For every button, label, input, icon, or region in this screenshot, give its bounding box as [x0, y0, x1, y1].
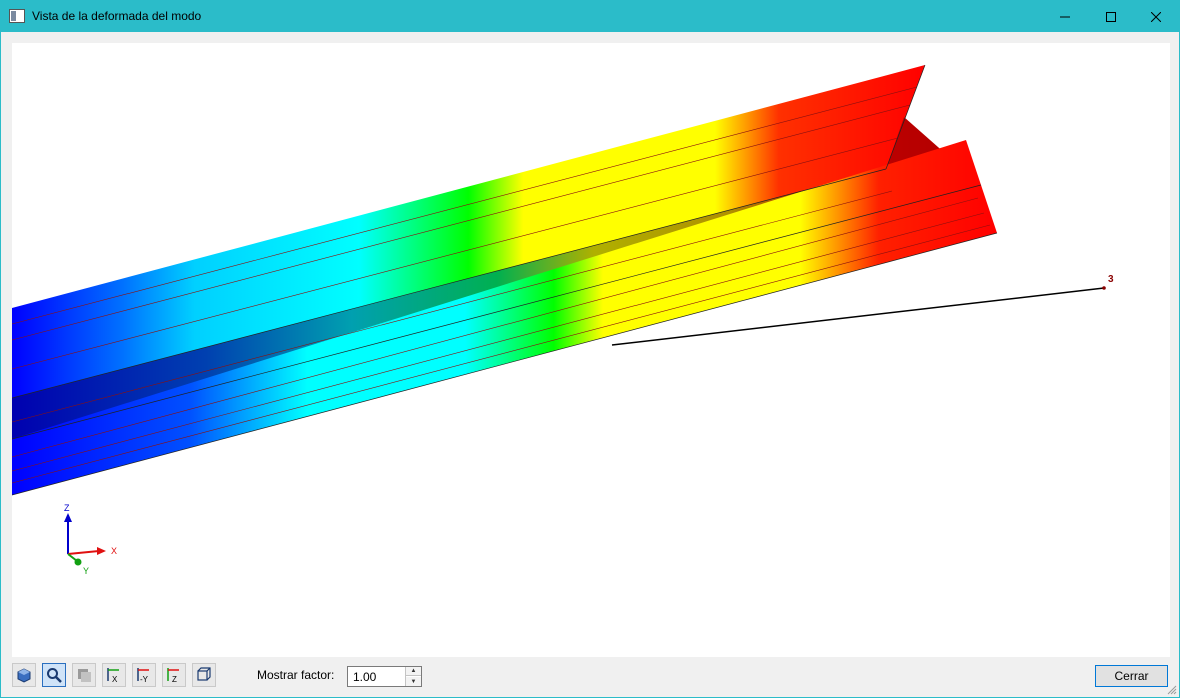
axis-x-label: X [111, 546, 117, 556]
pan-button[interactable] [72, 663, 96, 687]
maximize-button[interactable] [1088, 1, 1134, 32]
deformed-shape-render: 3 Z X Y [12, 64, 1114, 576]
view-z-label: Z [172, 675, 177, 684]
axis-y-label: Y [83, 566, 89, 576]
render-button[interactable] [12, 663, 36, 687]
maximize-icon [1106, 11, 1116, 22]
factor-spin-buttons: ▲ ▼ [405, 667, 421, 686]
node-point [1102, 286, 1106, 290]
view-minus-y-icon: -Y [137, 668, 149, 684]
zoom-icon [47, 668, 62, 683]
view-x-label: X [112, 675, 118, 684]
render-icon [17, 668, 31, 683]
view-minus-y-button[interactable]: -Y [132, 663, 156, 687]
app-window-icon [9, 9, 25, 23]
view-3d-icon [197, 667, 211, 681]
close-dialog-button[interactable]: Cerrar [1095, 665, 1168, 687]
view-3d-button[interactable] [192, 663, 216, 687]
mode-shape-window: Vista de la deformada del modo 3 Z X Y X… [0, 0, 1180, 698]
view-x-button[interactable]: X [102, 663, 126, 687]
factor-decrement-button[interactable]: ▼ [406, 677, 421, 686]
minimize-button[interactable] [1042, 1, 1088, 32]
pan-icon [78, 669, 91, 682]
minimize-icon [1060, 16, 1070, 17]
view-z-button[interactable]: Z [162, 663, 186, 687]
view-minus-y-label: -Y [140, 675, 149, 684]
zoom-button[interactable] [42, 663, 66, 687]
factor-input[interactable] [348, 667, 405, 686]
axis-z-label: Z [64, 503, 70, 513]
window-title: Vista de la deformada del modo [32, 9, 202, 23]
resize-grip-icon[interactable] [1167, 685, 1177, 695]
title-bar[interactable]: Vista de la deformada del modo [1, 1, 1179, 32]
axis-triad: Z X Y [64, 503, 117, 576]
view-x-icon: X [107, 668, 119, 684]
factor-spinbox: ▲ ▼ [347, 666, 422, 687]
factor-label: Mostrar factor: [257, 668, 335, 682]
factor-increment-button[interactable]: ▲ [406, 667, 421, 676]
view-z-icon: Z [167, 668, 179, 684]
close-icon [1151, 11, 1161, 22]
deformed-shape-viewport[interactable]: 3 Z X Y [12, 43, 1170, 657]
node-label: 3 [1108, 274, 1114, 285]
close-window-button[interactable] [1133, 1, 1179, 32]
